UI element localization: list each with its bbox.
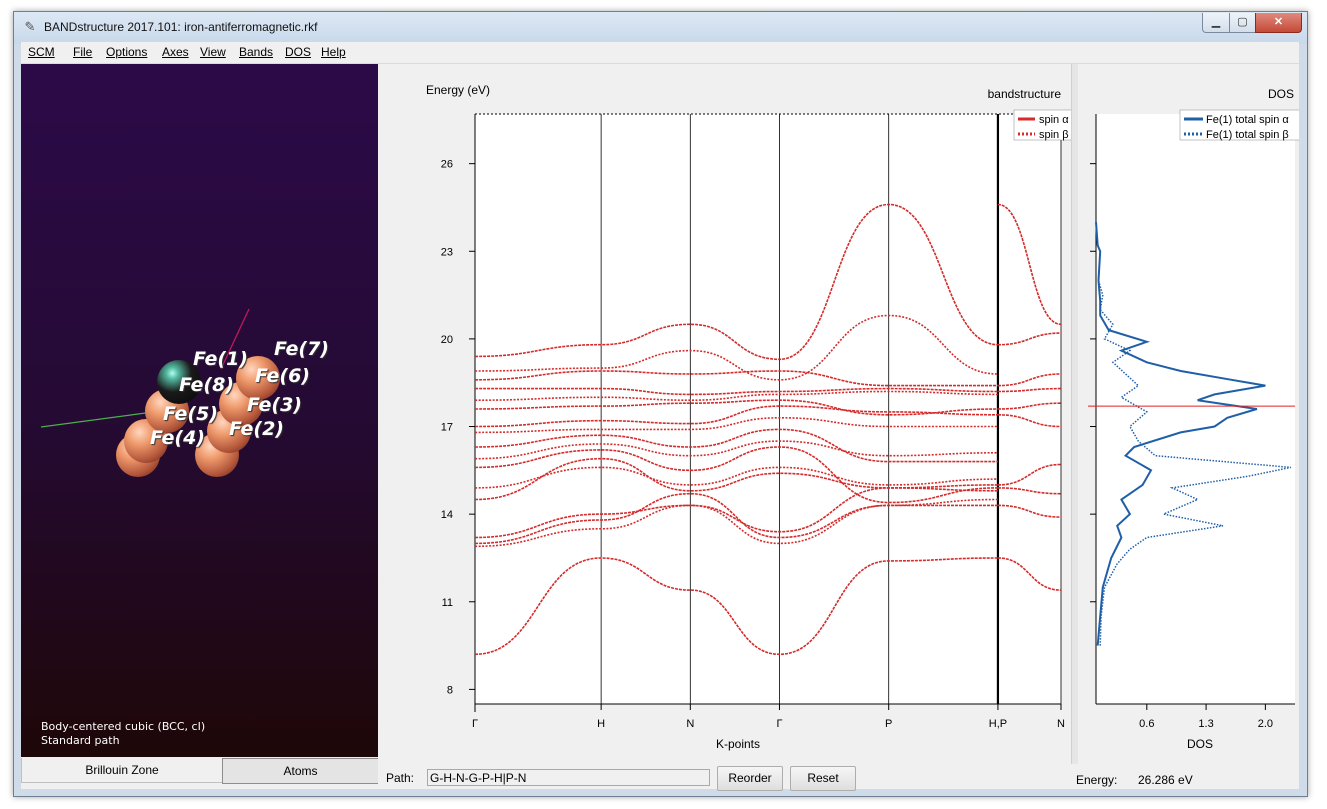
tab-brillouin-zone[interactable]: Brillouin Zone [21,758,223,783]
atom-label: Fe(2) [229,418,284,440]
dos-tick-label: 1.3 [1198,718,1213,730]
dos-legend: Fe(1) total spin α Fe(1) total spin β [1179,109,1299,141]
dos-title: DOS [1268,87,1294,101]
path-type-caption: Standard path [41,734,120,747]
path-label: Path: [386,771,415,785]
kpoints-axis-label: K-points [716,737,760,751]
menu-help[interactable]: Help [321,45,346,59]
atom-label: Fe(5) [163,403,218,425]
energy-tick-label: 26 [441,159,453,171]
wrench-icon[interactable]: ✎ [22,19,38,35]
structure-viewport[interactable]: Fe(1) Fe(2) Fe(3) Fe(4) Fe(5) Fe(6) Fe(7… [21,64,378,757]
legend-spin-alpha: Fe(1) total spin α [1206,114,1289,126]
application-window: ✎ BANDstructure 2017.101: iron-antiferro… [13,11,1308,797]
atom-label: Fe(7) [274,338,329,360]
energy-tick-label: 17 [441,422,453,434]
plot-area [475,114,1061,704]
dos-chart[interactable]: DOS DOS 0.6 1.3 2.0 Fe(1) total spin α Fe(… [1078,64,1299,764]
energy-tick-label: 11 [442,597,453,609]
dos-axis-label: DOS [1187,737,1213,751]
window-title: BANDstructure 2017.101: iron-antiferroma… [44,20,318,34]
energy-axis-label: Energy (eV) [426,83,490,97]
energy-value: 26.286 eV [1138,773,1193,787]
energy-tick-label: 8 [447,684,453,696]
client-area: Fe(1) Fe(2) Fe(3) Fe(4) Fe(5) Fe(6) Fe(7… [21,64,1299,791]
band-legend: spin α spin β [1013,109,1071,141]
atom-label: Fe(1) [193,348,248,370]
lattice-caption: Body-centered cubic (BCC, cI) [41,720,206,733]
kpoint-label: H [597,718,605,730]
menu-dos[interactable]: DOS [285,45,311,59]
path-input[interactable] [427,769,710,786]
menu-view[interactable]: View [200,45,226,59]
atom-label: Fe(3) [247,394,302,416]
energy-label: Energy: [1076,773,1118,787]
kpoint-label: Γ [776,718,782,730]
legend-spin-beta: spin β [1039,129,1069,141]
title-bar[interactable]: ✎ BANDstructure 2017.101: iron-antiferro… [14,12,1307,44]
minimize-icon[interactable]: ▁ [1202,13,1230,33]
kpoint-label: Γ [472,718,478,730]
reset-button[interactable]: Reset [790,766,856,791]
maximize-icon[interactable]: ▢ [1229,13,1256,33]
dos-plot-area [1096,114,1295,704]
menu-options[interactable]: Options [106,45,147,59]
kpoint-label: P [885,718,892,730]
path-controls: Path: Reorder Reset Energy: 26.286 eV [385,764,1299,791]
menu-bar: SCM File Options Axes View Bands DOS Hel… [21,42,1299,64]
atom-label: Fe(4) [150,427,205,449]
panel-splitter[interactable] [378,64,385,789]
menu-scm[interactable]: SCM [28,45,55,59]
kpoint-label: H,P [989,718,1007,730]
menu-bands[interactable]: Bands [239,45,273,59]
tab-atoms[interactable]: Atoms [222,758,379,784]
dos-tick-label: 2.0 [1258,718,1273,730]
atom-label: Fe(6) [255,365,310,387]
menu-axes[interactable]: Axes [162,45,189,59]
atom-label: Fe(8) [179,374,234,396]
energy-tick-label: 20 [441,334,453,346]
energy-tick-label: 14 [441,509,453,521]
close-icon[interactable]: ✕ [1255,13,1302,33]
energy-tick-label: 23 [441,246,453,258]
menu-file[interactable]: File [73,45,92,59]
legend-spin-alpha: spin α [1039,114,1069,126]
dos-tick-label: 0.6 [1139,718,1154,730]
bandstructure-chart[interactable]: Energy (eV) bandstructure K-points Γ H N Γ P… [385,64,1071,764]
reorder-button[interactable]: Reorder [717,766,783,791]
kpoint-label: N [686,718,694,730]
bandstructure-title: bandstructure [988,87,1062,101]
kpoint-label: N [1057,718,1065,730]
legend-spin-beta: Fe(1) total spin β [1206,129,1289,141]
